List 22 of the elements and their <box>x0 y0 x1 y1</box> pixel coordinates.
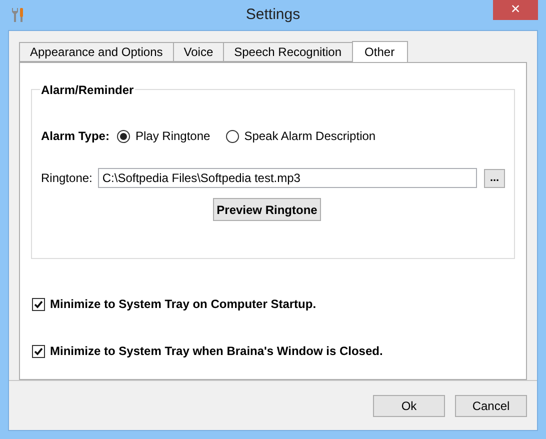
ringtone-field[interactable]: C:\Softpedia Files\Softpedia test.mp3 <box>98 168 478 188</box>
tab[interactable]: Appearance and Options <box>19 42 174 62</box>
radio-option[interactable]: Speak Alarm Description <box>226 127 376 145</box>
tools-icon <box>10 7 24 23</box>
tab[interactable]: Other <box>352 41 408 63</box>
browse-button[interactable]: ... <box>484 168 505 188</box>
radio-button[interactable] <box>226 130 240 142</box>
tab[interactable]: Voice <box>172 42 224 62</box>
preview-ringtone-button[interactable]: Preview Ringtone <box>212 198 322 221</box>
alarm-type-label: Alarm Type: <box>41 128 110 145</box>
close-button[interactable]: × <box>493 0 538 20</box>
checkbox-option[interactable]: Minimize to System Tray when Braina's Window is Closed. <box>32 342 515 360</box>
radio-option[interactable]: Play Ringtone <box>117 127 210 145</box>
checkbox-option[interactable]: Minimize to System Tray on Computer Startup. <box>32 295 515 313</box>
dialog-button[interactable]: Cancel <box>455 394 527 416</box>
ringtone-label: Ringtone: <box>41 170 92 187</box>
tab[interactable]: Speech Recognition <box>223 42 353 62</box>
radio-button[interactable] <box>117 130 130 142</box>
checkbox[interactable] <box>32 344 45 358</box>
window-title: Settings <box>246 4 300 25</box>
dialog-button[interactable]: Ok <box>373 394 445 416</box>
checkbox[interactable] <box>32 298 45 310</box>
